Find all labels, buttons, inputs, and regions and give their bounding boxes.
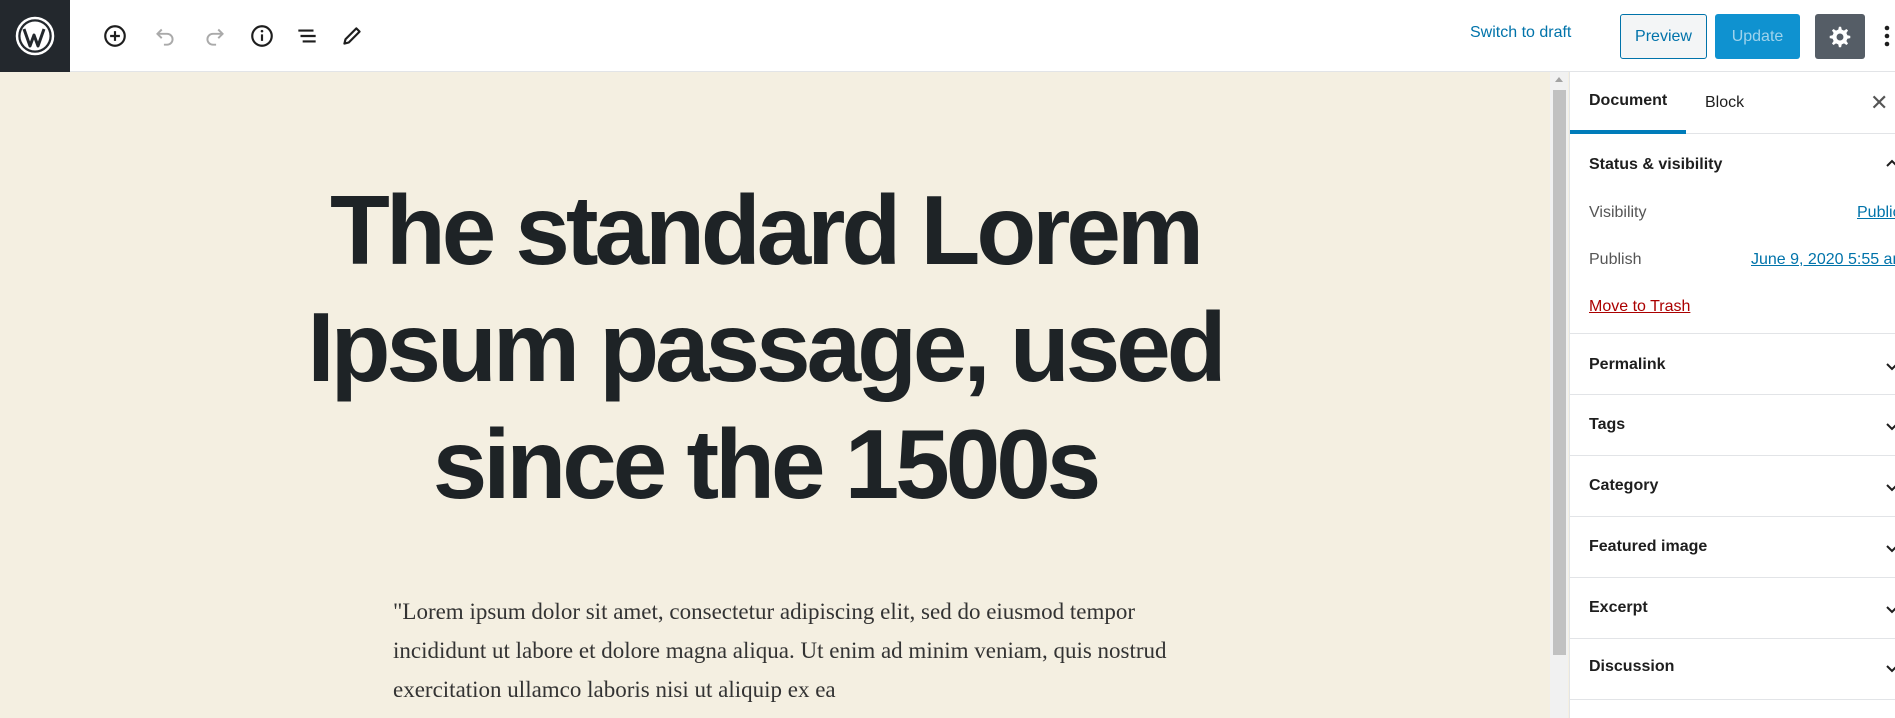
panel-title-status[interactable]: Status & visibility: [1589, 156, 1722, 174]
panel-tags[interactable]: Tags: [1570, 395, 1895, 456]
publish-date-link[interactable]: June 9, 2020 5:55 am: [1751, 251, 1895, 269]
paragraph-block[interactable]: "Lorem ipsum dolor sit amet, consectetur…: [393, 592, 1173, 709]
add-block-button[interactable]: [97, 18, 133, 54]
chevron-down-icon: [1886, 545, 1895, 553]
preview-button[interactable]: Preview: [1620, 14, 1707, 59]
sidebar-tabs: Document Block ✕: [1570, 72, 1895, 134]
visibility-label: Visibility: [1589, 204, 1647, 221]
chevron-down-icon: [1886, 363, 1895, 371]
more-vertical-icon: [1884, 25, 1890, 47]
panel-title-permalink: Permalink: [1589, 356, 1666, 373]
panel-status-visibility: Status & visibility Visibility Public Pu…: [1570, 134, 1895, 334]
panel-title-excerpt: Excerpt: [1589, 599, 1648, 616]
add-block-icon: [104, 25, 126, 47]
publish-label: Publish: [1589, 251, 1642, 268]
update-button[interactable]: Update: [1715, 14, 1800, 59]
settings-button[interactable]: [1815, 14, 1865, 59]
tab-block[interactable]: Block: [1686, 72, 1763, 134]
chevron-down-icon: [1886, 665, 1895, 673]
panel-excerpt[interactable]: Excerpt: [1570, 578, 1895, 639]
info-button[interactable]: [244, 18, 280, 54]
visibility-link[interactable]: Public: [1857, 204, 1895, 222]
editor-canvas: The standard Lorem Ipsum passage, used s…: [0, 72, 1550, 718]
redo-button[interactable]: [197, 18, 233, 54]
editor-scrollbar[interactable]: [1550, 72, 1568, 718]
panel-title-discussion: Discussion: [1589, 658, 1675, 675]
list-view-button[interactable]: [289, 18, 325, 54]
undo-icon: [156, 28, 174, 46]
tab-document[interactable]: Document: [1570, 72, 1687, 134]
close-icon[interactable]: ✕: [1870, 90, 1888, 116]
more-options-button[interactable]: [1880, 18, 1895, 54]
chevron-up-icon[interactable]: [1886, 158, 1895, 170]
panel-category[interactable]: Category: [1570, 456, 1895, 517]
move-to-trash-link[interactable]: Move to Trash: [1589, 298, 1690, 316]
panel-permalink[interactable]: Permalink: [1570, 334, 1895, 395]
panel-title-category: Category: [1589, 477, 1659, 494]
panel-featured-image[interactable]: Featured image: [1570, 517, 1895, 578]
edit-icon: [343, 27, 361, 45]
undo-button[interactable]: [147, 18, 183, 54]
settings-sidebar: Document Block ✕ Status & visibility Vis…: [1569, 72, 1895, 718]
panel-title-tags: Tags: [1589, 416, 1626, 433]
redo-icon: [206, 28, 224, 46]
post-title[interactable]: The standard Lorem Ipsum passage, used s…: [210, 172, 1320, 523]
info-icon: [251, 25, 273, 47]
wordpress-logo-icon[interactable]: [0, 0, 70, 72]
chevron-down-icon: [1886, 484, 1895, 492]
scroll-up-arrow-icon[interactable]: [1555, 77, 1563, 82]
chevron-down-icon: [1886, 606, 1895, 614]
list-view-icon: [298, 29, 316, 43]
chevron-down-icon: [1886, 423, 1895, 431]
gear-icon: [1829, 26, 1851, 47]
switch-to-draft-button[interactable]: Switch to draft: [1470, 24, 1571, 42]
editor-toolbar: Switch to draft Preview Update: [0, 0, 1895, 72]
tools-button[interactable]: [334, 18, 370, 54]
panel-title-featured-image: Featured image: [1589, 538, 1708, 555]
scrollbar-thumb[interactable]: [1553, 90, 1566, 655]
panel-discussion[interactable]: Discussion: [1570, 639, 1895, 700]
